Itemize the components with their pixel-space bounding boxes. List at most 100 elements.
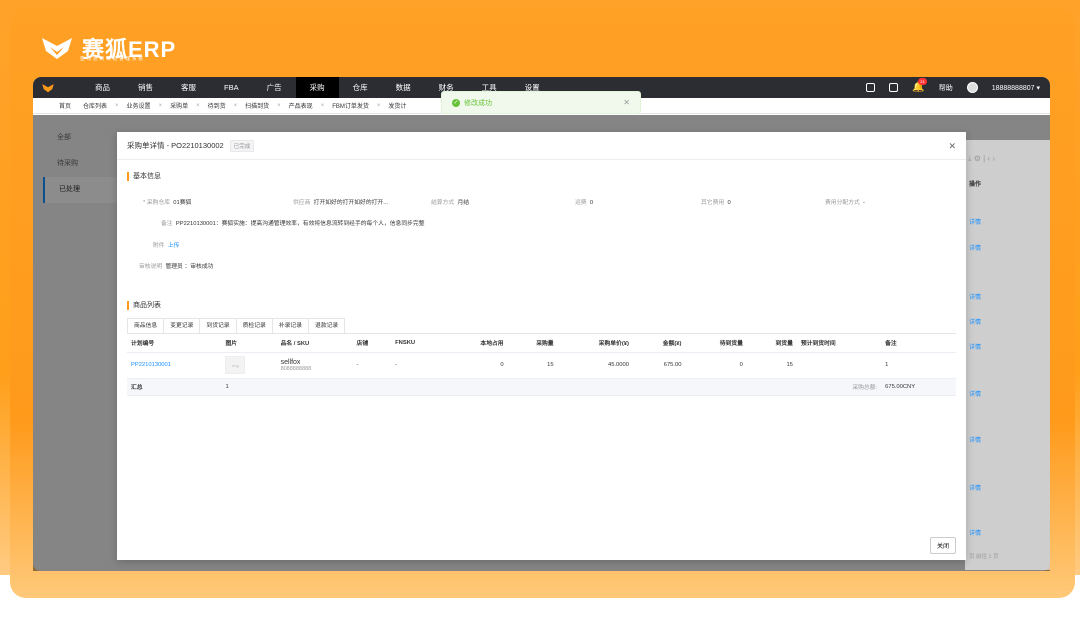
subtab[interactable]: 变更记录 [163, 318, 201, 333]
other-fee-label: 其它费用 [701, 200, 725, 206]
detail-link[interactable]: 详情 [969, 389, 981, 398]
shop-cell: - [352, 352, 392, 379]
nav-item[interactable]: 销售 [124, 77, 167, 98]
other-fee-value: 0 [727, 200, 731, 206]
subtab[interactable]: 补录记录 [271, 318, 310, 333]
eta-cell [796, 352, 882, 379]
page-tab[interactable]: 发货计 [382, 101, 412, 110]
column-header: 本地占用 [446, 334, 508, 353]
bell-icon[interactable]: 🔔 21 [912, 78, 927, 93]
tab-close-icon[interactable]: × [113, 103, 121, 109]
brand-subtitle: 亚马逊精细化管理系统 [80, 56, 145, 61]
table-tools-icon[interactable]: ⤓ ⚙ | ‹ › [968, 154, 995, 164]
tab-close-icon[interactable]: × [157, 103, 165, 109]
export-icon[interactable] [866, 83, 876, 92]
basic-info: * 采购仓库 01赛狐 供应商 打开如好的打开如好的打开... 结算方式 月结 … [117, 181, 966, 281]
subtab[interactable]: 商品信息 [127, 318, 165, 333]
summary-row: 汇总 1 采购总额: 675.00CNY [127, 378, 956, 396]
total-value: 675.00CNY [885, 383, 916, 390]
fnsku-cell: - [391, 352, 447, 379]
product-name: sellfox [280, 358, 301, 366]
column-header: 店铺 [352, 334, 392, 353]
nav-item[interactable]: 广告 [253, 77, 296, 98]
upload-link[interactable]: 上传 [168, 243, 180, 249]
page-tab[interactable]: 采购单 [164, 101, 194, 110]
freight-label: 运费 [575, 200, 587, 206]
column-header: 采购量 [507, 334, 558, 353]
product-image: img [225, 356, 246, 374]
fox-logo-icon [42, 38, 72, 59]
subtab[interactable]: 质检记录 [235, 318, 273, 333]
subtab[interactable]: 退款记录 [308, 318, 346, 333]
page-tab[interactable]: 首页 [53, 101, 77, 110]
nav-item[interactable]: 客服 [167, 77, 210, 98]
close-button[interactable]: 关闭 [929, 537, 956, 554]
close-icon[interactable]: ✕ [948, 141, 956, 152]
qty-cell: 15 [507, 352, 558, 379]
detail-link[interactable]: 详情 [969, 292, 981, 301]
arrived-cell: 15 [746, 352, 797, 379]
warehouse-value: 01赛狐 [173, 200, 192, 206]
close-icon[interactable]: ✕ [623, 98, 630, 107]
detail-link[interactable]: 详情 [969, 483, 981, 492]
tab-close-icon[interactable]: × [232, 103, 240, 109]
nav-item[interactable]: 仓库 [339, 77, 382, 98]
summary-label: 汇总 [127, 378, 222, 396]
detail-link[interactable]: 详情 [969, 317, 981, 326]
toast-message: 修改成功 [464, 99, 492, 107]
column-header: 计划编号 [127, 334, 222, 353]
warehouse-label: * 采购仓库 [143, 200, 171, 206]
price-cell: 45.0000 [557, 352, 633, 379]
tab-close-icon[interactable]: × [319, 103, 327, 109]
page-tab[interactable]: 产品表现 [283, 101, 319, 110]
nav-logo-icon[interactable] [33, 83, 63, 93]
column-header: 到货量 [746, 334, 797, 353]
column-header: 金额(¥) [632, 334, 686, 353]
remark-label: 备注 [161, 221, 173, 227]
notification-badge: 21 [918, 78, 927, 85]
page-tab[interactable]: 仓库列表 [77, 101, 113, 110]
plan-link[interactable]: PP2210130001 [131, 362, 171, 368]
supplier-value: 打开如好的打开如好的打开... [313, 200, 389, 206]
remark-value: PP2210130001：赛狐实施：提高沟通管理效率，有效将信息流转到经手的每个… [175, 221, 425, 227]
help-link[interactable]: 帮助 [939, 83, 953, 93]
tab-close-icon[interactable]: × [275, 103, 283, 109]
remark-cell: 1 [881, 352, 956, 379]
page-tab[interactable]: 待到货 [202, 101, 232, 110]
check-icon: ✓ [452, 98, 460, 107]
alloc-value: - [863, 200, 865, 206]
nav-item[interactable]: FBA [210, 77, 253, 98]
basic-info-title: 基本信息 [127, 172, 966, 181]
pager[interactable]: 页 前往 1 页 [969, 552, 999, 560]
page-tab[interactable]: 业务设置 [121, 101, 157, 110]
background-table-edge [965, 140, 1050, 570]
pending-cell: 0 [685, 352, 747, 379]
status-badge: 已完成 [229, 139, 255, 152]
total-label: 采购总额: [852, 385, 878, 391]
detail-link[interactable]: 详情 [969, 435, 981, 444]
subtab[interactable]: 到货记录 [199, 318, 237, 333]
detail-link[interactable]: 详情 [969, 217, 981, 226]
modal-header: 采购单详情 - PO2210130002 已完成 ✕ [117, 132, 966, 160]
nav-item[interactable]: 商品 [81, 77, 124, 98]
nav-item[interactable]: 采购 [295, 77, 339, 98]
column-header: 待到货量 [685, 334, 747, 353]
attachment-label: 附件 [153, 243, 165, 249]
page-tab[interactable]: 扫描到货 [239, 101, 275, 110]
page-tab[interactable]: FBM订单发货 [326, 101, 375, 110]
nav-item[interactable]: 数据 [382, 77, 425, 98]
audit-value: 管理员 ：审核成功 [165, 264, 214, 270]
clipboard-icon[interactable] [889, 83, 899, 92]
product-table: 计划编号 图片 品名 / SKU 店铺 FNSKU 本地占用 采购量 采购单价(¥) 金额(¥)… [127, 334, 956, 396]
detail-link[interactable]: 详情 [969, 528, 981, 537]
purchase-order-modal: 采购单详情 - PO2210130002 已完成 ✕ 基本信息 * 采购仓库 0… [117, 132, 966, 560]
tab-close-icon[interactable]: × [375, 103, 383, 109]
detail-link[interactable]: 详情 [969, 243, 981, 252]
detail-link[interactable]: 详情 [969, 342, 981, 351]
user-phone[interactable]: 18888888807 ▾ [992, 84, 1040, 92]
product-list-title: 商品列表 [127, 301, 966, 310]
settle-value: 月结 [457, 200, 470, 206]
avatar[interactable] [966, 82, 978, 93]
amount-cell: 675.00 [632, 352, 686, 379]
tab-close-icon[interactable]: × [194, 103, 202, 109]
